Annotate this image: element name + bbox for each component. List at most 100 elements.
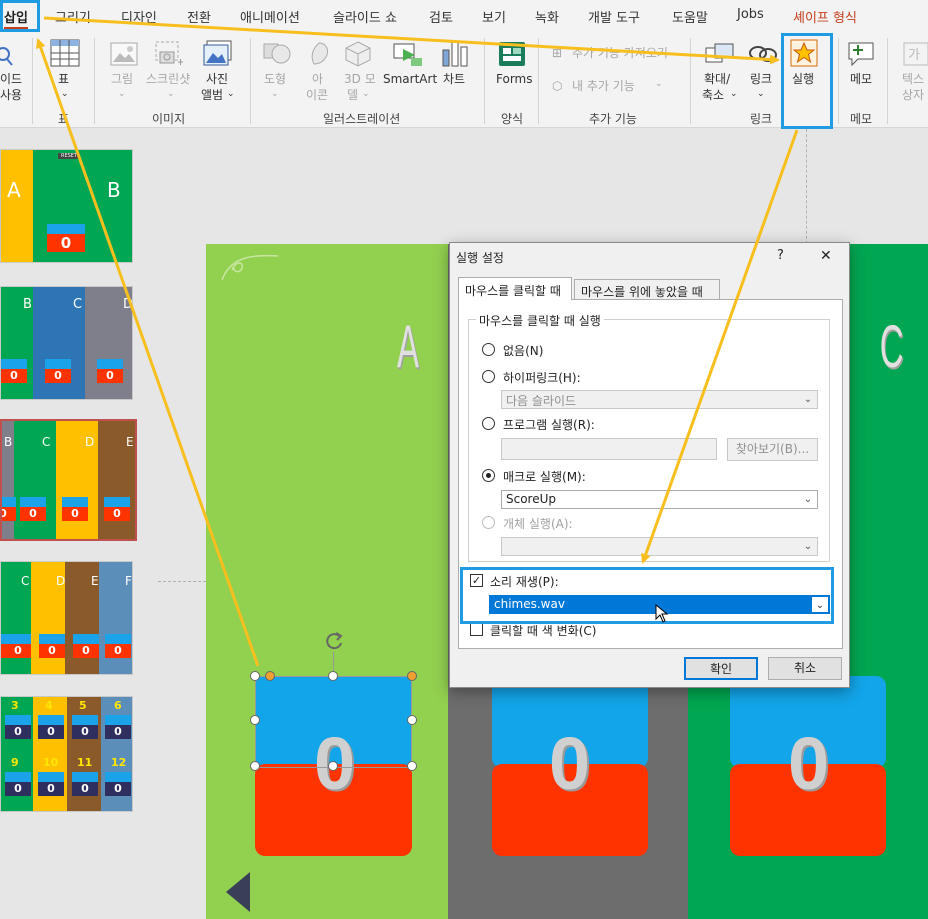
- get-addins-button[interactable]: 추가 기능 가져오기: [572, 46, 668, 61]
- table-button[interactable]: 표: [58, 72, 69, 87]
- textbox-button[interactable]: 텍스: [902, 72, 924, 87]
- link-icon: [748, 42, 778, 66]
- rotate-handle-icon[interactable]: [323, 630, 345, 652]
- group-label-images: 이미지: [152, 112, 186, 126]
- tab-view[interactable]: 보기: [482, 7, 506, 26]
- cancel-button[interactable]: 취소: [768, 657, 842, 680]
- screenshot-button[interactable]: 스크린샷: [146, 72, 190, 87]
- thumb-letter: D: [85, 435, 95, 449]
- tab-mouse-over[interactable]: 마우스를 위에 놓았을 때: [574, 279, 720, 300]
- photo-album-button-2[interactable]: 앨범: [201, 88, 223, 103]
- slide-thumbnail-1[interactable]: A B RESET 0: [0, 149, 133, 263]
- smartart-button[interactable]: SmartArt: [383, 72, 437, 87]
- resize-handle[interactable]: [407, 715, 417, 725]
- tab-design[interactable]: 디자인: [121, 7, 157, 26]
- shapes-button[interactable]: 도형: [264, 72, 286, 87]
- tab-animations[interactable]: 애니메이션: [240, 7, 300, 26]
- chevron-down-icon: ⌄: [757, 89, 765, 99]
- tab-transitions[interactable]: 전환: [187, 7, 211, 26]
- score-value: 0: [549, 722, 591, 805]
- thumb-score: 0: [2, 497, 16, 521]
- resize-handle[interactable]: [250, 715, 260, 725]
- resize-handle[interactable]: [407, 761, 417, 771]
- link-button[interactable]: 링크: [750, 72, 772, 87]
- tab-draw[interactable]: 그리기: [55, 7, 91, 26]
- thumb-letter: A: [7, 178, 21, 202]
- forms-button[interactable]: Forms: [496, 72, 532, 87]
- left-cut-button-label-2[interactable]: 사용: [0, 88, 22, 103]
- tab-developer[interactable]: 개발 도구: [588, 7, 640, 26]
- thumb-letter: D: [123, 297, 133, 312]
- tab-mouse-click[interactable]: 마우스를 클릭할 때: [458, 277, 572, 300]
- thumb-number: 12: [111, 756, 127, 769]
- zoom-button[interactable]: 확대/: [704, 72, 730, 87]
- group-label-comments: 메모: [850, 112, 873, 126]
- thumb-score: 0: [73, 634, 99, 658]
- thumb-number: 6: [114, 699, 122, 712]
- highlight-click-checkbox[interactable]: [470, 623, 483, 636]
- chart-icon: [441, 38, 469, 68]
- chevron-down-icon: ⌄: [227, 89, 235, 99]
- thumb-score: 0: [105, 772, 131, 796]
- ok-button[interactable]: 확인: [684, 657, 758, 680]
- radio-hyperlink[interactable]: [482, 370, 495, 383]
- tab-jobs[interactable]: Jobs: [737, 7, 764, 22]
- hyperlink-select[interactable]: 다음 슬라이드 ⌄: [501, 390, 818, 409]
- thumb-score: 0: [62, 497, 88, 521]
- separator: [838, 38, 839, 124]
- slide-thumbnail-4[interactable]: C D E F 0 0 0 0 0: [0, 561, 133, 675]
- object-select[interactable]: ⌄: [501, 537, 818, 556]
- search-icon: [0, 46, 14, 66]
- thumb-letter: C: [42, 435, 51, 449]
- separator: [538, 38, 539, 124]
- tab-label: 마우스를 위에 놓았을 때: [581, 285, 703, 299]
- icons-button-2[interactable]: 이콘: [306, 88, 328, 103]
- picture-button[interactable]: 그림: [111, 72, 133, 87]
- group-label-illustrations: 일러스트레이션: [323, 112, 401, 126]
- radio-object[interactable]: [482, 516, 495, 529]
- tab-slideshow[interactable]: 슬라이드 쇼: [333, 7, 397, 26]
- help-button[interactable]: ?: [777, 248, 784, 263]
- 3d-models-button[interactable]: 3D 모: [344, 72, 376, 87]
- macro-select[interactable]: ScoreUp ⌄: [501, 490, 818, 509]
- program-path-input[interactable]: [501, 438, 717, 460]
- resize-handle[interactable]: [328, 761, 338, 771]
- resize-handle[interactable]: [328, 671, 338, 681]
- chart-button[interactable]: 차트: [443, 72, 465, 87]
- comment-button[interactable]: 메모: [850, 72, 872, 87]
- 3d-models-button-2[interactable]: 델: [347, 88, 358, 103]
- my-addins-button[interactable]: 내 추가 기능: [572, 79, 635, 94]
- thumb-score: 0: [1, 634, 7, 658]
- thumb-number: 9: [11, 756, 19, 769]
- slide-thumbnail-5[interactable]: 3 4 5 6 9 10 11 12 0 0 0 0 0 0 0 0: [0, 696, 133, 812]
- tab-shape-format[interactable]: 셰이프 형식: [793, 7, 857, 26]
- slide-thumbnail-2[interactable]: B C D 0 0 0: [0, 286, 133, 400]
- resize-handle[interactable]: [250, 671, 260, 681]
- slide-thumbnail-3-selected[interactable]: B C D E 0 0 0 0: [0, 419, 137, 541]
- textbox-button-2[interactable]: 상자: [902, 88, 924, 103]
- slide-thumbnail-pane[interactable]: A B RESET 0 B C D 0 0 0 B C D E 0 0 0 0 …: [0, 129, 158, 919]
- radio-program[interactable]: [482, 417, 495, 430]
- tab-review[interactable]: 검토: [429, 7, 453, 26]
- browse-button[interactable]: 찾아보기(B)...: [727, 438, 818, 461]
- icons-button[interactable]: 아: [312, 72, 323, 87]
- zoom-button-2[interactable]: 축소: [702, 88, 724, 103]
- highlight-play-sound: [460, 567, 834, 624]
- radio-none[interactable]: [482, 343, 495, 356]
- resize-handle[interactable]: [250, 761, 260, 771]
- adjust-handle[interactable]: [265, 671, 275, 681]
- chevron-down-icon: ⌄: [730, 89, 738, 99]
- radio-macro[interactable]: [482, 469, 495, 482]
- thumb-number: 3: [11, 699, 19, 712]
- tab-help[interactable]: 도움말: [672, 7, 708, 26]
- resize-handle[interactable]: [407, 671, 417, 681]
- left-cut-button-label[interactable]: 이드: [0, 72, 22, 87]
- thumb-number: 5: [79, 699, 87, 712]
- photo-album-button[interactable]: 사진: [206, 72, 228, 87]
- photo-album-icon: [203, 40, 233, 68]
- tab-record[interactable]: 녹화: [535, 7, 559, 26]
- thumb-score: 0: [105, 715, 131, 739]
- close-icon[interactable]: ✕: [820, 248, 832, 264]
- chevron-down-icon: ⌄: [167, 89, 175, 99]
- previous-arrow-icon[interactable]: [224, 870, 252, 914]
